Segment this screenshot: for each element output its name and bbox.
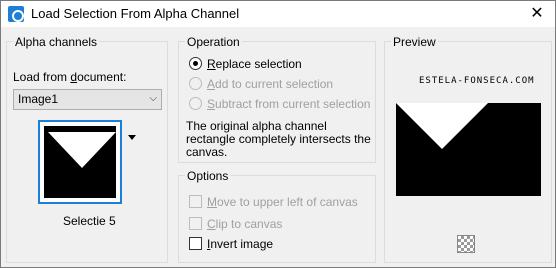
replace-selection-radio[interactable] (189, 57, 202, 70)
invert-image-label[interactable]: Invert image (207, 237, 273, 251)
add-selection-label[interactable]: Add to current selection (207, 77, 333, 91)
clip-to-canvas-label[interactable]: Clip to canvas (207, 217, 282, 231)
alpha-channels-group: Alpha channels Load from document: Image… (6, 35, 168, 263)
preview-group: Preview ESTELA-FONSECA.COM (384, 35, 552, 263)
channel-name: Selectie 5 (63, 214, 116, 228)
invert-image-checkbox[interactable] (189, 237, 202, 250)
preview-canvas (396, 103, 541, 196)
document-select-value: Image1 (18, 92, 59, 106)
channel-dropdown-button[interactable] (125, 124, 139, 154)
replace-selection-label[interactable]: Replace selection (207, 57, 302, 71)
chevron-down-icon: ⌵ (149, 93, 157, 104)
window-title: Load Selection From Alpha Channel (31, 6, 240, 21)
load-from-document-label: Load from document: (13, 70, 127, 84)
channel-thumbnail[interactable] (38, 120, 122, 204)
preview-triangle (396, 103, 488, 149)
close-button[interactable]: ✕ (525, 4, 549, 24)
options-legend: Options (185, 169, 231, 183)
camera-icon (8, 6, 24, 22)
title-bar: Load Selection From Alpha Channel ✕ (1, 1, 555, 27)
document-select[interactable]: Image1 ⌵ (13, 89, 162, 110)
thumbnail-image (42, 124, 118, 200)
add-selection-radio[interactable] (189, 77, 202, 90)
checkerboard-icon[interactable] (457, 235, 475, 253)
operation-group: Operation Replace selection Add to curre… (178, 35, 376, 163)
preview-legend: Preview (391, 35, 438, 49)
info-message-line2: rectangle completely intersects the (186, 132, 371, 146)
info-message-line3: canvas. (186, 145, 228, 159)
move-upper-left-checkbox[interactable] (189, 195, 202, 208)
subtract-selection-radio[interactable] (189, 97, 202, 110)
move-upper-left-label[interactable]: Move to upper left of canvas (207, 195, 358, 209)
options-group: Options Move to upper left of canvas Cli… (178, 169, 376, 263)
operation-legend: Operation (185, 35, 242, 49)
thumbnail-triangle (48, 132, 116, 168)
alpha-channels-legend: Alpha channels (13, 35, 100, 49)
dialog-window: Load Selection From Alpha Channel ✕ Alph… (0, 0, 556, 268)
watermark-text: ESTELA-FONSECA.COM (419, 76, 535, 86)
clip-to-canvas-checkbox[interactable] (189, 217, 202, 230)
info-message-line1: The original alpha channel (186, 119, 327, 133)
subtract-selection-label[interactable]: Subtract from current selection (207, 97, 370, 111)
